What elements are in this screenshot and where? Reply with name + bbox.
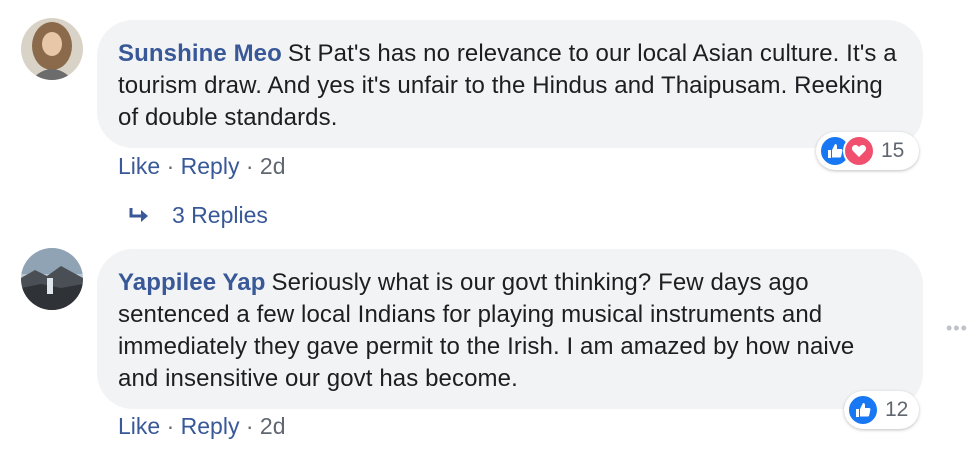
like-icon — [847, 394, 879, 426]
replies-count-label[interactable]: 3 Replies — [172, 202, 268, 229]
reply-arrow-icon — [128, 207, 150, 225]
timestamp[interactable]: 2d — [260, 153, 286, 179]
comment-bubble: Yappilee Yap Seriously what is our govt t… — [97, 249, 923, 409]
reaction-count: 12 — [885, 398, 909, 421]
separator: · — [166, 153, 175, 179]
love-icon — [843, 135, 875, 167]
reply-link[interactable]: Reply — [181, 153, 240, 179]
separator: · — [166, 413, 175, 439]
view-replies-link[interactable]: 3 Replies — [128, 202, 268, 229]
more-options-icon[interactable]: ••• — [946, 318, 968, 339]
comment-actions: Like · Reply · 2d — [118, 151, 286, 181]
reaction-summary[interactable]: 15 — [816, 132, 919, 170]
like-link[interactable]: Like — [118, 153, 160, 179]
timestamp[interactable]: 2d — [260, 413, 286, 439]
separator: · — [245, 153, 254, 179]
reaction-count: 15 — [881, 139, 905, 162]
avatar-yappilee-yap[interactable] — [21, 248, 83, 310]
comment-bubble: Sunshine Meo St Pat's has no relevance to… — [97, 20, 923, 148]
separator: · — [245, 413, 254, 439]
reaction-summary[interactable]: 12 — [844, 391, 919, 429]
avatar-sunshine-meo[interactable] — [21, 18, 83, 80]
comment-author[interactable]: Sunshine Meo — [118, 40, 282, 67]
comment-actions: Like · Reply · 2d — [118, 411, 286, 441]
like-link[interactable]: Like — [118, 413, 160, 439]
comment-author[interactable]: Yappilee Yap — [118, 269, 266, 296]
reply-link[interactable]: Reply — [181, 413, 240, 439]
